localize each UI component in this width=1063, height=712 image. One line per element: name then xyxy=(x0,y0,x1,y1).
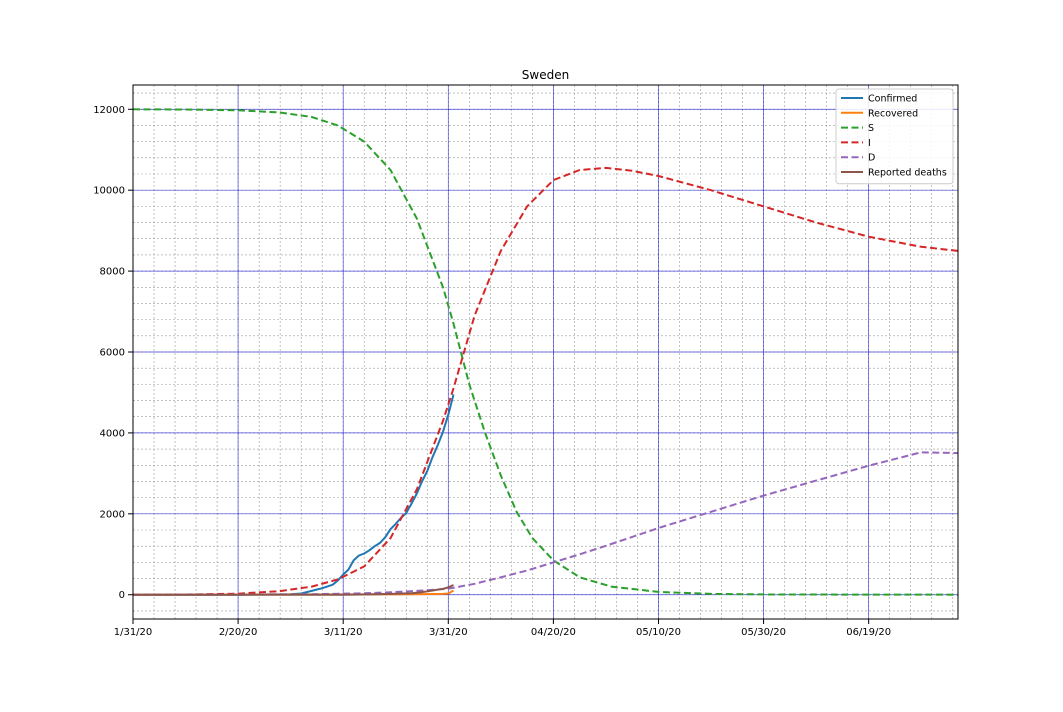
y-tick-label: 4000 xyxy=(100,428,125,439)
series-line-d xyxy=(133,451,958,596)
y-tick-label: 12000 xyxy=(93,105,125,116)
legend: Confirmed Recovered SID Reported deaths xyxy=(835,88,954,185)
chart-title: Sweden xyxy=(522,68,569,82)
y-tick-label: 2000 xyxy=(100,509,125,520)
legend-label: S xyxy=(868,123,874,134)
legend-label: I xyxy=(868,138,871,149)
x-tick-label: 3/11/20 xyxy=(324,627,363,638)
chart-svg: 1/31/20 2/20/20 3/11/20 3/31/20 04/20/20 05/1… xyxy=(93,68,959,638)
series-line-confirmed xyxy=(133,394,455,596)
x-tick-label: 06/19/20 xyxy=(846,627,891,638)
axes: 1/31/20 2/20/20 3/11/20 3/31/20 04/20/20 05/1… xyxy=(93,105,891,638)
series-line-i xyxy=(133,166,958,596)
x-tick-label: 04/20/20 xyxy=(531,627,576,638)
chart: 1/31/20 2/20/20 3/11/20 3/31/20 04/20/20 05/1… xyxy=(0,0,1063,708)
x-tick-label: 05/10/20 xyxy=(636,627,681,638)
x-tick-label: 05/30/20 xyxy=(741,627,786,638)
x-tick-label: 1/31/20 xyxy=(114,627,153,638)
y-tick-label: 8000 xyxy=(100,267,125,278)
x-tick-label: 3/31/20 xyxy=(429,627,468,638)
y-tick-label: 6000 xyxy=(100,348,125,359)
legend-label: Reported deaths xyxy=(868,168,947,179)
legend-label: Confirmed xyxy=(868,94,917,105)
legend-label: Recovered xyxy=(868,108,918,119)
y-tick-label: 0 xyxy=(119,590,125,601)
x-tick-label: 2/20/20 xyxy=(219,627,258,638)
legend-label: D xyxy=(868,153,875,164)
grid xyxy=(132,85,958,619)
y-tick-label: 10000 xyxy=(93,186,125,197)
